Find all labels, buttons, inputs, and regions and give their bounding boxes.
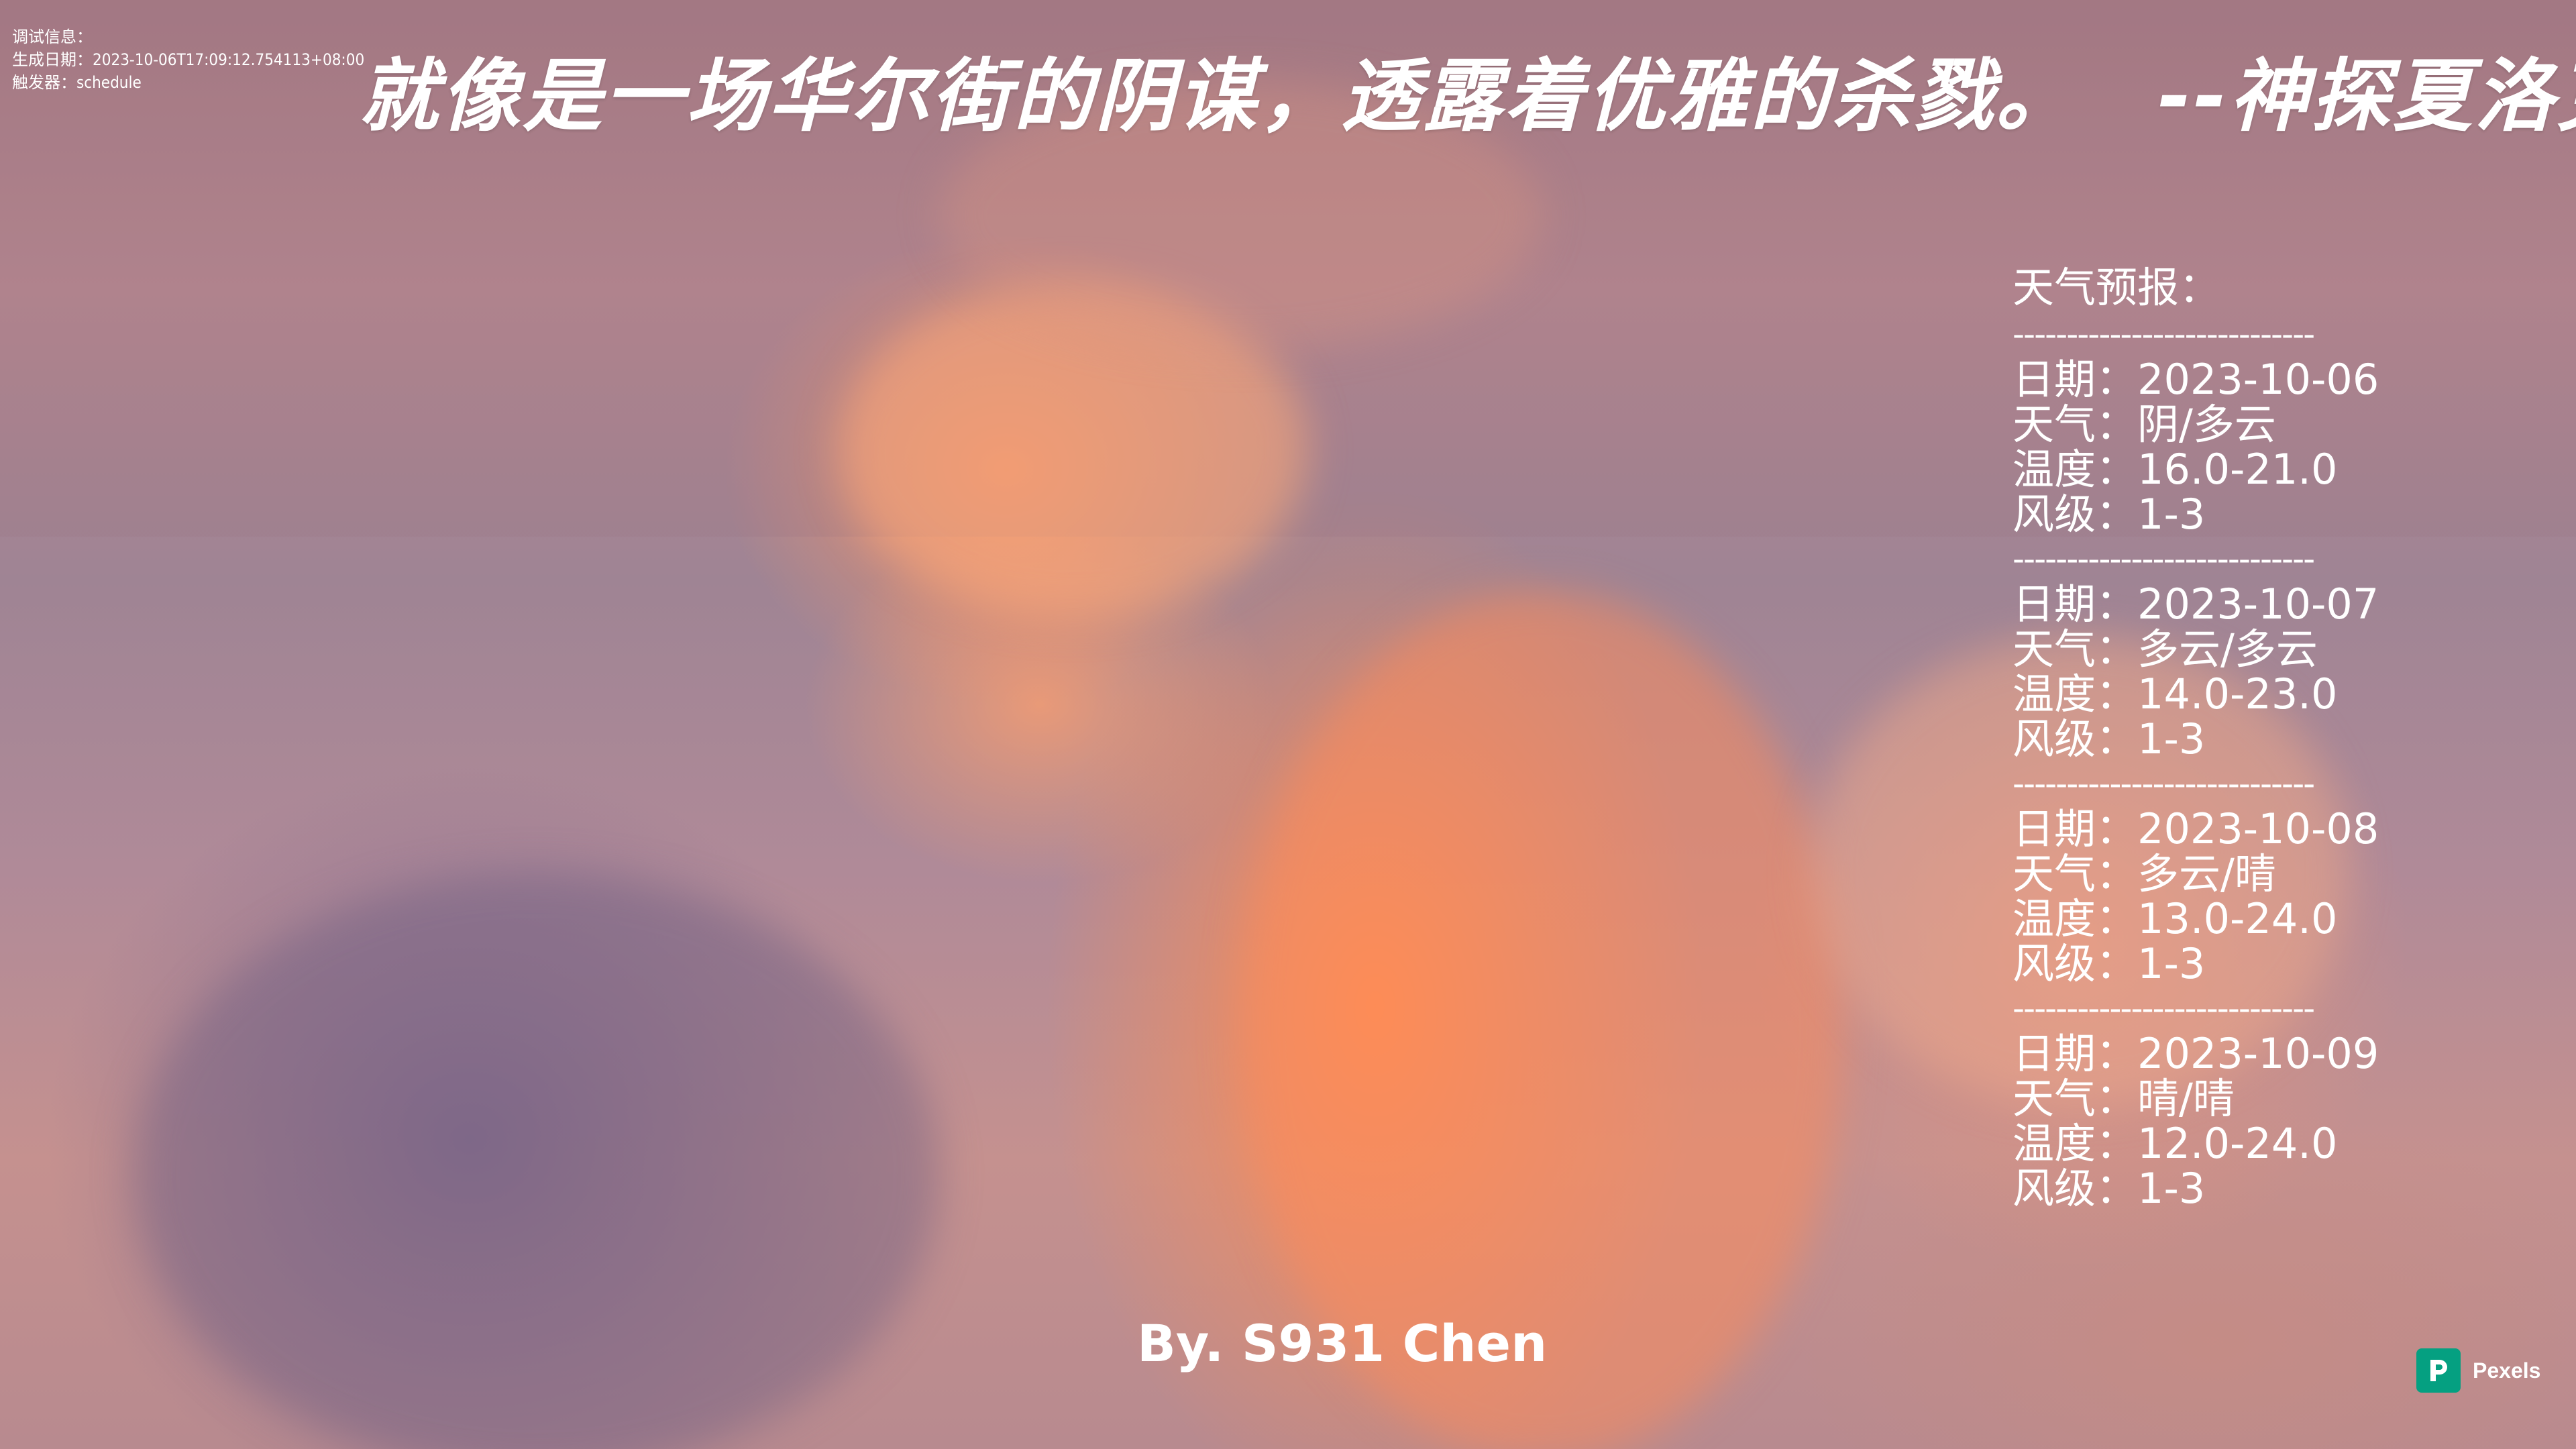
pexels-label: Pexels — [2473, 1358, 2541, 1383]
forecast-wind: 风级：1-3 — [2012, 714, 2206, 763]
pexels-logo-icon — [2416, 1348, 2461, 1393]
forecast-day: 日期：2023-10-08 天气：多云/晴 温度：13.0-24.0 风级：1-… — [2012, 806, 2379, 986]
forecast-day: 日期：2023-10-09 天气：晴/晴 温度：12.0-24.0 风级：1-3 — [2012, 1031, 2379, 1211]
forecast-date: 日期：2023-10-09 — [2012, 1029, 2379, 1078]
quote-text: 就像是一场华尔街的阴谋，透露着优雅的杀戮。 — [359, 50, 2078, 142]
forecast-weather: 天气：阴/多云 — [2012, 400, 2276, 449]
forecast-day: 日期：2023-10-06 天气：阴/多云 温度：16.0-21.0 风级：1-… — [2012, 357, 2379, 537]
forecast-date: 日期：2023-10-06 — [2012, 355, 2379, 404]
forecast-day: 日期：2023-10-07 天气：多云/多云 温度：14.0-23.0 风级：1… — [2012, 582, 2379, 761]
forecast-date: 日期：2023-10-07 — [2012, 580, 2379, 629]
weather-separator: ---------------------------- — [2012, 989, 2315, 1028]
forecast-temperature: 温度：12.0-24.0 — [2012, 1119, 2338, 1168]
forecast-wind: 风级：1-3 — [2012, 939, 2206, 988]
quote-line: 就像是一场华尔街的阴谋，透露着优雅的杀戮。 --神探夏洛克 — [359, 46, 2576, 146]
weather-separator: ---------------------------- — [2012, 764, 2315, 803]
pexels-watermark[interactable]: Pexels — [2416, 1348, 2540, 1393]
forecast-wind: 风级：1-3 — [2012, 1164, 2206, 1213]
weather-forecast: 天气预报： ---------------------------- 日期：20… — [2012, 265, 2379, 1211]
author-byline: By. S931 Chen — [1137, 1313, 1548, 1373]
forecast-weather: 天气：晴/晴 — [2012, 1074, 2235, 1123]
debug-title: 调试信息： — [12, 28, 93, 46]
debug-trigger: 触发器：schedule — [12, 73, 142, 92]
forecast-date: 日期：2023-10-08 — [2012, 804, 2379, 853]
forecast-temperature: 温度：16.0-21.0 — [2012, 445, 2338, 494]
forecast-wind: 风级：1-3 — [2012, 490, 2206, 539]
forecast-temperature: 温度：13.0-24.0 — [2012, 894, 2338, 943]
weather-title: 天气预报： — [2012, 263, 2221, 312]
debug-generated-date: 生成日期：2023-10-06T17:09:12.754113+08:00 — [12, 50, 365, 69]
debug-info: 调试信息： 生成日期：2023-10-06T17:09:12.754113+08… — [12, 25, 364, 94]
weather-separator: ---------------------------- — [2012, 539, 2315, 578]
quote-author: --神探夏洛克 — [2158, 50, 2576, 142]
forecast-weather: 天气：多云/晴 — [2012, 849, 2276, 898]
forecast-weather: 天气：多云/多云 — [2012, 625, 2318, 674]
forecast-temperature: 温度：14.0-23.0 — [2012, 669, 2338, 718]
weather-separator: ---------------------------- — [2012, 315, 2315, 354]
